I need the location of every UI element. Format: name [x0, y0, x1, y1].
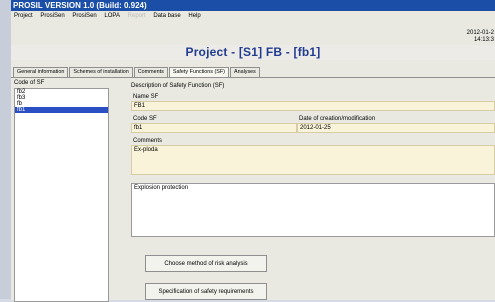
tab-bar: General information Schemes of installat…	[13, 67, 261, 77]
code-sf-field[interactable]: fb1	[131, 123, 297, 133]
menu-prosisen-2[interactable]: ProsiSen	[69, 13, 99, 19]
desktop-edge	[0, 0, 11, 299]
date-modification-field[interactable]: 2012-01-25	[297, 123, 495, 133]
sf-code-list[interactable]: fb2 fb3 fb fb1	[14, 88, 109, 302]
tab-comments[interactable]: Comments	[133, 67, 168, 77]
tab-general-information[interactable]: General information	[13, 67, 69, 77]
date-modification-label: Date of creation/modification	[299, 116, 376, 122]
menu-lopa[interactable]: LOPA	[101, 13, 123, 19]
timestamp-date: 2012-01-2	[466, 30, 494, 36]
name-sf-label: Name SF	[133, 94, 159, 100]
list-item-selected[interactable]: fb1	[15, 107, 108, 113]
menu-project[interactable]: Project	[11, 13, 36, 19]
comments-field[interactable]: Ex-ploda	[131, 145, 495, 175]
tab-schemes-of-installation[interactable]: Schemes of installation	[69, 67, 133, 77]
tab-analyses[interactable]: Analyses	[229, 67, 260, 77]
app-window: PROSIL VERSION 1.0 (Build: 0.924) Projec…	[11, 0, 495, 302]
safety-functions-panel: Code of SF fb2 fb3 fb fb1 Description of…	[11, 77, 495, 302]
window-titlebar: PROSIL VERSION 1.0 (Build: 0.924)	[11, 0, 495, 11]
project-title: Project - [S1] FB - [fb1]	[11, 45, 495, 60]
code-sf-label: Code SF	[133, 116, 157, 122]
menu-help[interactable]: Help	[185, 13, 203, 19]
menu-bar: Project ProsiSen ProsiSen LOPA Report Da…	[11, 11, 495, 22]
timestamp: 2012-01-2 14:13:3	[467, 30, 494, 44]
name-sf-field[interactable]: FB1	[131, 101, 495, 111]
specification-button[interactable]: Specification of safety requirements	[145, 283, 267, 300]
menu-report: Report	[127, 13, 146, 19]
description-section-label: Description of Safety Function (SF)	[131, 83, 225, 89]
choose-method-button[interactable]: Choose method of risk analysis	[145, 255, 267, 272]
sf-list-label: Code of SF	[14, 80, 45, 86]
timestamp-time: 14:13:3	[473, 37, 494, 43]
protection-textarea[interactable]: Explosion protection	[131, 183, 495, 237]
menu-prosisen-1[interactable]: ProsiSen	[37, 13, 67, 19]
tab-safety-functions[interactable]: Safety Functions (SF)	[168, 67, 229, 77]
menu-database[interactable]: Data base	[150, 13, 183, 19]
comments-label: Comments	[133, 138, 163, 144]
